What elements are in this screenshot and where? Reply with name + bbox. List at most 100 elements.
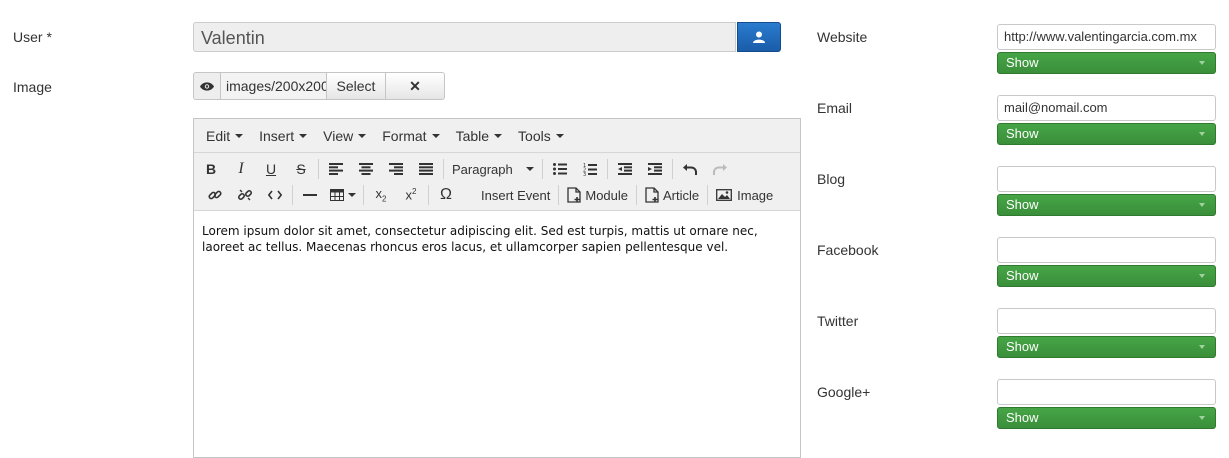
align-justify-button[interactable] bbox=[411, 157, 441, 181]
numbered-list-icon: 123 bbox=[583, 163, 597, 176]
caret-down-icon bbox=[299, 133, 308, 138]
indent-icon bbox=[648, 163, 662, 175]
preview-button[interactable] bbox=[193, 72, 221, 100]
insert-module-button[interactable]: Module bbox=[561, 183, 634, 207]
code-icon bbox=[268, 190, 282, 200]
caret-down-icon bbox=[235, 133, 244, 138]
caret-down-icon bbox=[1199, 416, 1205, 420]
bold-button[interactable]: B bbox=[196, 157, 226, 181]
italic-button[interactable]: I bbox=[226, 157, 256, 181]
editor-menubar: Edit Insert View Format Table Tools bbox=[194, 119, 800, 153]
omega-icon: Ω bbox=[440, 186, 452, 203]
underline-button[interactable]: U bbox=[256, 157, 286, 181]
strikethrough-button[interactable]: S bbox=[286, 157, 316, 181]
redo-button[interactable] bbox=[705, 157, 735, 181]
caret-down-icon bbox=[358, 133, 367, 138]
insert-image-button[interactable]: Image bbox=[710, 183, 779, 207]
outdent-button[interactable] bbox=[610, 157, 640, 181]
blog-input[interactable] bbox=[997, 166, 1216, 192]
googleplus-input[interactable] bbox=[997, 379, 1216, 405]
align-justify-icon bbox=[419, 163, 433, 175]
insert-link-button[interactable] bbox=[200, 183, 230, 207]
email-input[interactable]: mail@nomail.com bbox=[997, 95, 1216, 121]
eye-icon bbox=[200, 81, 214, 91]
align-right-button[interactable] bbox=[381, 157, 411, 181]
code-button[interactable] bbox=[260, 183, 290, 207]
image-clear-button[interactable]: ✕ bbox=[386, 72, 445, 100]
unlink-icon bbox=[238, 189, 252, 201]
close-icon: ✕ bbox=[409, 77, 421, 94]
website-visibility-select[interactable]: Show bbox=[997, 52, 1216, 74]
editor-toolbar: B I U S Paragraph 1 2 3 x2 x2 Ω Insert E… bbox=[194, 153, 800, 211]
website-input[interactable]: http://www.valentingarcia.com.mx bbox=[997, 24, 1216, 50]
user-input[interactable]: Valentin bbox=[193, 22, 736, 52]
blog-label: Blog bbox=[817, 171, 846, 187]
align-left-button[interactable] bbox=[321, 157, 351, 181]
menu-view[interactable]: View bbox=[315, 128, 374, 144]
insert-event-button[interactable]: Insert Event bbox=[475, 183, 556, 207]
caret-down-icon bbox=[1199, 203, 1205, 207]
image-field: images/200x200 Select ✕ bbox=[193, 72, 445, 100]
undo-button[interactable] bbox=[675, 157, 705, 181]
bullet-list-button[interactable] bbox=[545, 157, 575, 181]
image-label: Image bbox=[13, 79, 52, 95]
insert-table-button[interactable] bbox=[325, 183, 361, 207]
twitter-input[interactable] bbox=[997, 308, 1216, 334]
menu-format[interactable]: Format bbox=[374, 128, 447, 144]
caret-down-icon bbox=[1199, 274, 1205, 278]
facebook-visibility-select[interactable]: Show bbox=[997, 265, 1216, 287]
image-select-button[interactable]: Select bbox=[327, 72, 386, 100]
bullet-list-icon bbox=[553, 163, 567, 175]
svg-text:3: 3 bbox=[583, 172, 586, 176]
user-icon bbox=[753, 31, 765, 43]
align-center-button[interactable] bbox=[351, 157, 381, 181]
file-add-icon bbox=[567, 187, 582, 203]
caret-down-icon bbox=[1199, 345, 1205, 349]
caret-down-icon bbox=[494, 133, 503, 138]
indent-button[interactable] bbox=[640, 157, 670, 181]
editor-content-area[interactable]: Lorem ipsum dolor sit amet, consectetur … bbox=[194, 211, 800, 267]
superscript-button[interactable]: x2 bbox=[396, 183, 426, 207]
googleplus-label: Google+ bbox=[817, 384, 871, 400]
facebook-input[interactable] bbox=[997, 237, 1216, 263]
user-label: User * bbox=[13, 29, 52, 45]
googleplus-visibility-select[interactable]: Show bbox=[997, 407, 1216, 429]
file-add-icon bbox=[645, 187, 659, 203]
redo-icon bbox=[713, 164, 727, 175]
subscript-icon: x2 bbox=[375, 186, 387, 204]
link-icon bbox=[208, 190, 222, 200]
remove-link-button[interactable] bbox=[230, 183, 260, 207]
subscript-button[interactable]: x2 bbox=[366, 183, 396, 207]
numbered-list-button[interactable]: 123 bbox=[575, 157, 605, 181]
align-center-icon bbox=[359, 163, 373, 175]
menu-edit[interactable]: Edit bbox=[198, 128, 251, 144]
horizontal-rule-icon bbox=[303, 194, 317, 196]
caret-down-icon bbox=[348, 193, 356, 197]
horizontal-rule-button[interactable] bbox=[295, 183, 325, 207]
email-label: Email bbox=[817, 100, 853, 116]
paragraph-format-select[interactable]: Paragraph bbox=[446, 157, 540, 181]
menu-insert[interactable]: Insert bbox=[251, 128, 315, 144]
select-user-button[interactable] bbox=[737, 22, 781, 52]
image-path-input[interactable]: images/200x200 bbox=[221, 72, 327, 100]
rich-text-editor: Edit Insert View Format Table Tools B I … bbox=[193, 118, 801, 458]
align-right-icon bbox=[389, 163, 403, 175]
caret-down-icon bbox=[555, 133, 564, 138]
caret-down-icon bbox=[1199, 132, 1205, 136]
insert-article-button[interactable]: Article bbox=[639, 183, 705, 207]
twitter-label: Twitter bbox=[817, 313, 859, 329]
caret-down-icon bbox=[431, 133, 440, 138]
menu-tools[interactable]: Tools bbox=[510, 128, 572, 144]
align-left-icon bbox=[329, 163, 343, 175]
special-character-button[interactable]: Ω bbox=[431, 183, 461, 207]
twitter-visibility-select[interactable]: Show bbox=[997, 336, 1216, 358]
email-visibility-select[interactable]: Show bbox=[997, 123, 1216, 145]
image-icon bbox=[716, 189, 733, 201]
superscript-icon: x2 bbox=[405, 187, 417, 203]
menu-table[interactable]: Table bbox=[448, 128, 510, 144]
undo-icon bbox=[683, 164, 697, 175]
table-icon bbox=[330, 189, 344, 201]
caret-down-icon bbox=[1199, 61, 1205, 65]
blog-visibility-select[interactable]: Show bbox=[997, 194, 1216, 216]
caret-down-icon bbox=[526, 167, 534, 171]
